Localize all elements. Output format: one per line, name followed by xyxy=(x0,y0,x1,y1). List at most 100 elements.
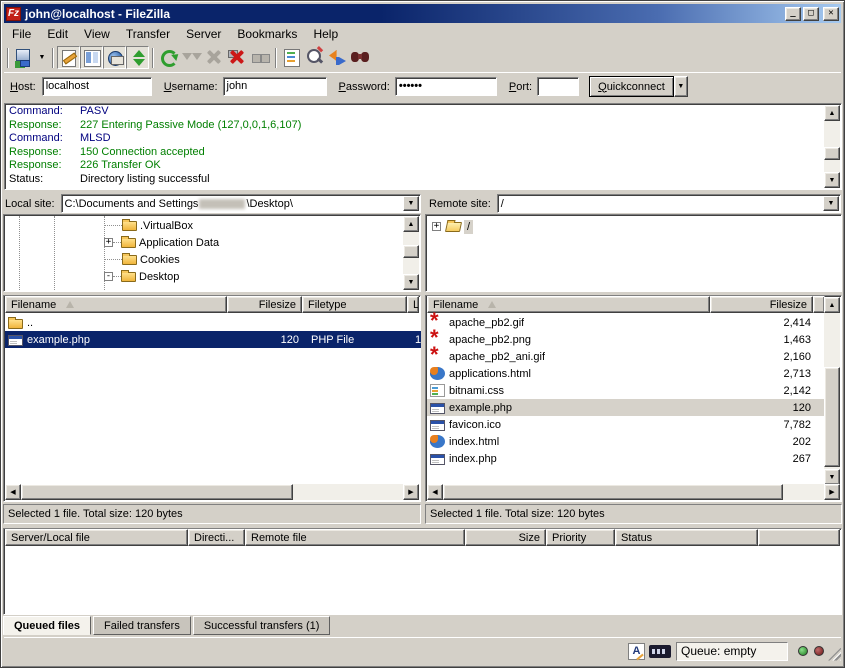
scroll-up-icon[interactable]: ▲ xyxy=(824,297,840,313)
menu-server[interactable]: Server xyxy=(178,25,229,43)
find-files-button[interactable] xyxy=(349,46,372,69)
disconnect-button[interactable] xyxy=(226,46,249,69)
queue-column-direction[interactable]: Directi... xyxy=(188,529,245,546)
column-header-filesize[interactable]: Filesize xyxy=(227,296,302,313)
quickconnect-dropdown-icon[interactable]: ▼ xyxy=(674,76,688,97)
file-row[interactable]: apache_pb2_ani.gif2,160 xyxy=(427,348,824,365)
remote-list-hscrollbar[interactable]: ◀ ▶ xyxy=(427,484,840,500)
expand-icon[interactable]: + xyxy=(432,222,441,231)
expand-icon[interactable]: + xyxy=(104,238,113,247)
local-site-combo[interactable]: C:\Documents and Settings\Desktop\ ▼ xyxy=(61,194,421,213)
quickconnect-button[interactable]: Quickconnect xyxy=(589,76,674,97)
file-row[interactable]: bitnami.css2,142 xyxy=(427,382,824,399)
port-input[interactable] xyxy=(537,77,579,96)
tree-item-label: Application Data xyxy=(136,236,222,250)
process-queue-button[interactable] xyxy=(180,46,203,69)
local-list-hscrollbar[interactable]: ◀ ▶ xyxy=(5,484,419,500)
scroll-right-icon[interactable]: ▶ xyxy=(824,484,840,500)
scroll-up-icon[interactable]: ▲ xyxy=(824,105,840,121)
site-manager-dropdown-icon[interactable]: ▼ xyxy=(35,46,49,69)
file-row[interactable]: apache_pb2.png1,463 xyxy=(427,331,824,348)
menu-edit[interactable]: Edit xyxy=(39,25,76,43)
password-input[interactable]: •••••• xyxy=(395,77,497,96)
queue-column-remote-file[interactable]: Remote file xyxy=(245,529,465,546)
toggle-transfer-queue-button[interactable] xyxy=(126,46,149,69)
tab-failed-transfers[interactable]: Failed transfers xyxy=(93,616,191,635)
tree-item-desktop[interactable]: - Desktop xyxy=(104,268,403,285)
refresh-button[interactable] xyxy=(157,46,180,69)
toggle-message-log-button[interactable] xyxy=(57,46,80,69)
column-header-filename[interactable]: Filename xyxy=(5,296,227,313)
file-row[interactable]: apache_pb2.gif2,414 xyxy=(427,314,824,331)
synchronized-browsing-button[interactable] xyxy=(326,46,349,69)
column-header-filesize[interactable]: Filesize xyxy=(710,296,813,313)
column-header-filename[interactable]: Filename xyxy=(427,296,710,313)
cancel-operation-button[interactable] xyxy=(203,46,226,69)
file-row[interactable]: index.php267 xyxy=(427,450,824,467)
log-prefix: Command: xyxy=(6,105,80,119)
menu-transfer[interactable]: Transfer xyxy=(118,25,178,43)
tree-connector xyxy=(104,259,122,260)
menu-bookmarks[interactable]: Bookmarks xyxy=(229,25,305,43)
column-header-filetype[interactable]: Filetype xyxy=(302,296,407,313)
resize-grip[interactable] xyxy=(828,648,841,661)
scrollbar-thumb[interactable] xyxy=(21,484,293,500)
file-icon xyxy=(430,403,445,414)
scrollbar-thumb[interactable] xyxy=(824,367,840,467)
minimize-button[interactable]: _ xyxy=(785,7,801,21)
tree-item-application-data[interactable]: + Application Data xyxy=(104,234,403,251)
host-input[interactable]: localhost xyxy=(42,77,152,96)
remote-list-vscrollbar[interactable]: ▲ ▼ xyxy=(824,297,840,485)
queue-column-server-local-file[interactable]: Server/Local file xyxy=(5,529,188,546)
scroll-up-icon[interactable]: ▲ xyxy=(403,216,419,232)
username-input[interactable]: john xyxy=(223,77,327,96)
file-row-parent-dir[interactable]: .. xyxy=(5,314,421,331)
file-row[interactable]: applications.html2,713 xyxy=(427,365,824,382)
tab-successful-transfers[interactable]: Successful transfers (1) xyxy=(193,616,331,635)
ascii-data-type-icon[interactable]: A xyxy=(628,643,645,660)
tree-item-root[interactable]: + / xyxy=(432,218,473,235)
remote-site-combo[interactable]: / ▼ xyxy=(497,194,841,213)
filename-filters-button[interactable] xyxy=(280,46,303,69)
close-button[interactable]: ✕ xyxy=(823,7,839,21)
toolbar-separator xyxy=(152,48,154,68)
menu-help[interactable]: Help xyxy=(305,25,346,43)
scroll-down-icon[interactable]: ▼ xyxy=(824,172,840,188)
local-tree-scrollbar[interactable]: ▲ ▼ xyxy=(403,216,419,290)
file-row-example-php[interactable]: example.php 120 PHP File 1 xyxy=(5,331,421,348)
indicator-badge-icon[interactable] xyxy=(649,645,671,658)
scrollbar-thumb[interactable] xyxy=(824,147,840,160)
queue-column-priority[interactable]: Priority xyxy=(546,529,615,546)
scroll-left-icon[interactable]: ◀ xyxy=(427,484,443,500)
remote-status-text: Selected 1 file. Total size: 120 bytes xyxy=(425,504,842,524)
directory-comparison-button[interactable] xyxy=(303,46,326,69)
site-manager-button[interactable] xyxy=(12,46,35,69)
log-scrollbar[interactable]: ▲ ▼ xyxy=(824,105,840,188)
scrollbar-thumb[interactable] xyxy=(403,245,419,258)
scroll-down-icon[interactable]: ▼ xyxy=(403,274,419,290)
toggle-remote-tree-button[interactable] xyxy=(103,46,126,69)
reconnect-button[interactable] xyxy=(249,46,272,69)
tree-item-virtualbox[interactable]: .VirtualBox xyxy=(104,217,403,234)
menu-view[interactable]: View xyxy=(76,25,118,43)
log-prefix: Response: xyxy=(6,146,80,160)
file-row[interactable]: favicon.ico7,782 xyxy=(427,416,824,433)
scroll-right-icon[interactable]: ▶ xyxy=(403,484,419,500)
file-row[interactable]: index.html202 xyxy=(427,433,824,450)
queue-column-size[interactable]: Size xyxy=(465,529,546,546)
column-header-last-modified[interactable]: L xyxy=(407,296,419,313)
queue-column-status[interactable]: Status xyxy=(615,529,758,546)
toggle-local-tree-button[interactable] xyxy=(80,46,103,69)
collapse-icon[interactable]: - xyxy=(104,272,113,281)
maximize-button[interactable]: □ xyxy=(803,7,819,21)
menu-file[interactable]: File xyxy=(4,25,39,43)
combo-dropdown-icon[interactable]: ▼ xyxy=(403,196,419,211)
combo-dropdown-icon[interactable]: ▼ xyxy=(823,196,839,211)
title-bar[interactable]: Fz john@localhost - FileZilla _ □ ✕ xyxy=(4,4,841,23)
scroll-left-icon[interactable]: ◀ xyxy=(5,484,21,500)
scroll-down-icon[interactable]: ▼ xyxy=(824,469,840,485)
tab-queued-files[interactable]: Queued files xyxy=(3,616,91,635)
file-row-selected[interactable]: example.php120 xyxy=(427,399,824,416)
tree-item-cookies[interactable]: Cookies xyxy=(104,251,403,268)
scrollbar-thumb[interactable] xyxy=(443,484,783,500)
